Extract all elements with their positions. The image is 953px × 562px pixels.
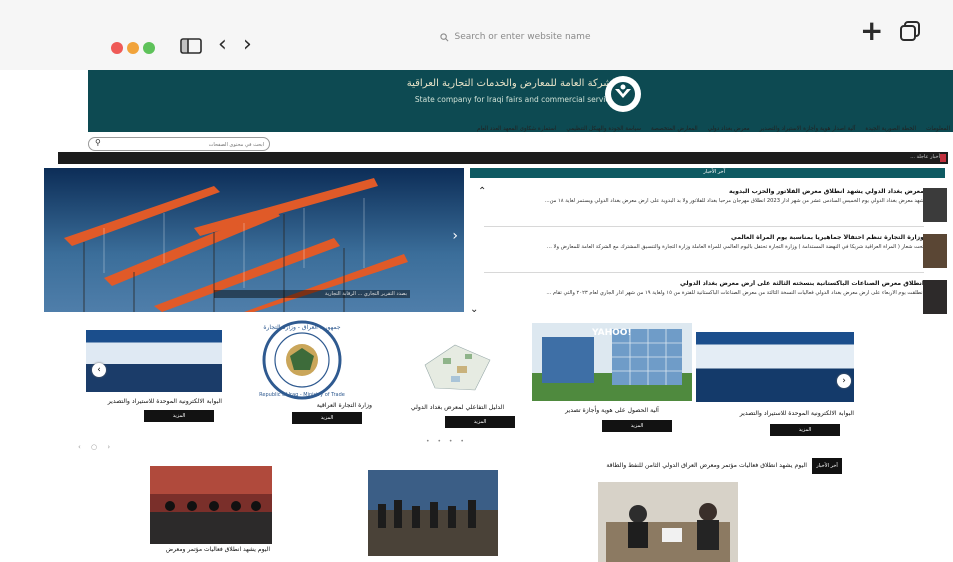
seal-text-english: Republic of Iraq - Ministry of Trade [259,392,345,398]
news-excerpt: أنطلقت يوم الاربعاء على أرض معرض بغداد ا… [546,290,924,296]
meeting-photo [598,482,738,562]
chevron-right-icon[interactable]: › [243,32,252,57]
site-title-english: State company for Iraqi fairs and commer… [414,95,618,104]
hero-next-arrow[interactable]: › [452,228,458,244]
site-brand[interactable]: الشركة العامة للمعارض والخدمات التجارية … [407,78,618,104]
latest-news-photo[interactable] [368,470,498,556]
latest-news-title[interactable]: اليوم يشهد انطلاق فعاليات مؤتمر ومعرض ال… [582,462,807,469]
minimize-window-button[interactable] [127,42,139,54]
carousel-next-arrow[interactable]: › [837,374,851,388]
service-card-button[interactable]: المزيد [292,412,362,424]
tabs-icon[interactable] [898,20,922,42]
news-title[interactable]: انطلاق معرض الصناعات الباكستانية بنسخته … [484,280,924,287]
fair-map-image [395,330,520,400]
divider [484,272,924,273]
latest-news-photo[interactable] [598,482,738,562]
news-item[interactable]: وزارة التجارة تنظم احتفالاً جماهيرياً بم… [484,234,924,250]
news-thumbnail[interactable] [923,280,947,314]
menu-item-info[interactable]: المعلومات [926,126,950,132]
service-card-button[interactable]: المزيد [144,410,214,422]
news-title[interactable]: معرض بغداد الدولي يشهد انطلاق معرض الفلا… [484,188,924,195]
service-card-image [86,330,222,392]
chevron-up-icon[interactable]: ⌃ [478,186,486,197]
address-placeholder: Search or enter website name [454,32,591,42]
chevron-left-icon[interactable]: ‹ [218,32,227,57]
service-card-title: آلية الحصول على هوية وأجازة تصدير [565,407,659,414]
maximize-window-button[interactable] [143,42,155,54]
latest-news-caption[interactable]: اليوم يشهد انطلاق فعاليات مؤتمر ومعرض [150,546,270,553]
news-title[interactable]: وزارة التجارة تنظم احتفالاً جماهيرياً بم… [484,234,924,241]
menu-item-specialized-fairs[interactable]: المعارض المتخصصة [651,126,698,132]
service-card-button[interactable]: المزيد [602,420,672,432]
plus-icon[interactable]: + [860,14,883,47]
conference-photo [150,466,272,544]
chevron-down-icon[interactable]: ⌄ [470,304,478,315]
service-card[interactable]: جمهورية العراق - وزارة التجارة Republic … [232,318,372,430]
latest-news-badge: آخر الأخبار [812,458,842,474]
crowd-photo [368,470,498,556]
carousel-pagination[interactable]: • • • • [426,438,467,445]
ticker-text: أخبار عاجلة ... [910,154,940,160]
menu-item-import-license[interactable]: آلية اصدار هوية وأجازة الاستيراد والتصدي… [760,126,856,132]
site-search-input[interactable] [107,139,266,150]
news-ticker: أخبار عاجلة ... [58,152,948,164]
divider [484,226,924,227]
service-card-image [696,332,854,402]
service-card[interactable]: البوابة الالكترونية الموحدة للاستيراد وا… [86,330,222,430]
company-logo[interactable] [605,76,641,112]
site-search[interactable]: ⚲ [88,137,270,151]
service-card-title: الدليل التفاعلي لمعرض بغداد الدولي [410,404,505,411]
menu-item-plan[interactable]: الخطة الصورية الجيدة [865,126,916,132]
address-bar[interactable]: Search or enter website name [350,26,680,48]
main-menu: المعلومات الخطة الصورية الجيدة آلية اصدا… [130,120,950,138]
menu-item-baghdad-fair[interactable]: معرض بغداد دولي [708,126,750,132]
ministry-seal-image: جمهورية العراق - وزارة التجارة Republic … [259,320,345,400]
service-card-title: البوابة الالكترونية الموحدة للاستيراد وا… [107,398,222,405]
news-thumbnail[interactable] [923,234,947,268]
menu-item-complaints[interactable]: استمارة شكاوى المعهد العدد العام [477,126,556,132]
service-card[interactable]: البوابة الالكترونية الموحدة للاستيراد وا… [696,332,854,440]
service-card[interactable]: YAHOO! آلية الحصول على هوية وأجازة تصدير… [532,323,692,438]
news-panel: آخر الأخبار معرض بغداد الدولي يشهد انطلا… [470,168,947,318]
carousel-prev-arrow[interactable]: ‹ [92,363,106,377]
sidebar-toggle-icon[interactable] [180,38,202,54]
site-title-arabic: الشركة العامة للمعارض والخدمات التجارية … [406,78,618,89]
news-item[interactable]: معرض بغداد الدولي يشهد انطلاق معرض الفلا… [484,188,924,204]
yahoo-label: YAHOO! [591,328,632,338]
ticker-marker [940,154,946,162]
search-icon: ⚲ [95,138,101,147]
service-card-title: وزارة التجارة العراقية [316,402,372,409]
building-photo: YAHOO! [532,323,692,401]
service-card-button[interactable]: المزيد [445,416,515,428]
hero-slider[interactable]: › بصدد التقرير التجاري ... الرقابة التجا… [44,168,464,312]
news-excerpt: شهد معرض بغداد الدولي يوم الخميس السادس … [544,198,924,204]
latest-news-photo[interactable] [150,466,272,544]
hero-caption: بصدد التقرير التجاري ... الرقابة التجاري… [214,290,410,298]
service-card[interactable]: الدليل التفاعلي لمعرض بغداد الدولي المزي… [395,330,520,434]
news-panel-title: آخر الأخبار [703,169,725,175]
news-panel-header: آخر الأخبار [470,168,945,178]
browser-toolbar: ‹ › Search or enter website name + [0,0,953,70]
news-excerpt: تحت شعار ( المرأة العراقية شريكاً في الن… [546,244,924,250]
menu-item-quality-policy[interactable]: سياسة الجودة والهيكل التنظيمي [566,126,641,132]
seal-text-arabic: جمهورية العراق - وزارة التجارة [263,324,340,331]
news-item[interactable]: انطلاق معرض الصناعات الباكستانية بنسخته … [484,280,924,296]
secondary-pagination[interactable]: ‹ ○ › [78,443,114,451]
service-card-title: البوابة الالكترونية الموحدة للاستيراد وا… [739,410,854,417]
news-thumbnail[interactable] [923,188,947,222]
search-icon [439,32,448,41]
close-window-button[interactable] [111,42,123,54]
service-card-button[interactable]: المزيد [770,424,840,436]
